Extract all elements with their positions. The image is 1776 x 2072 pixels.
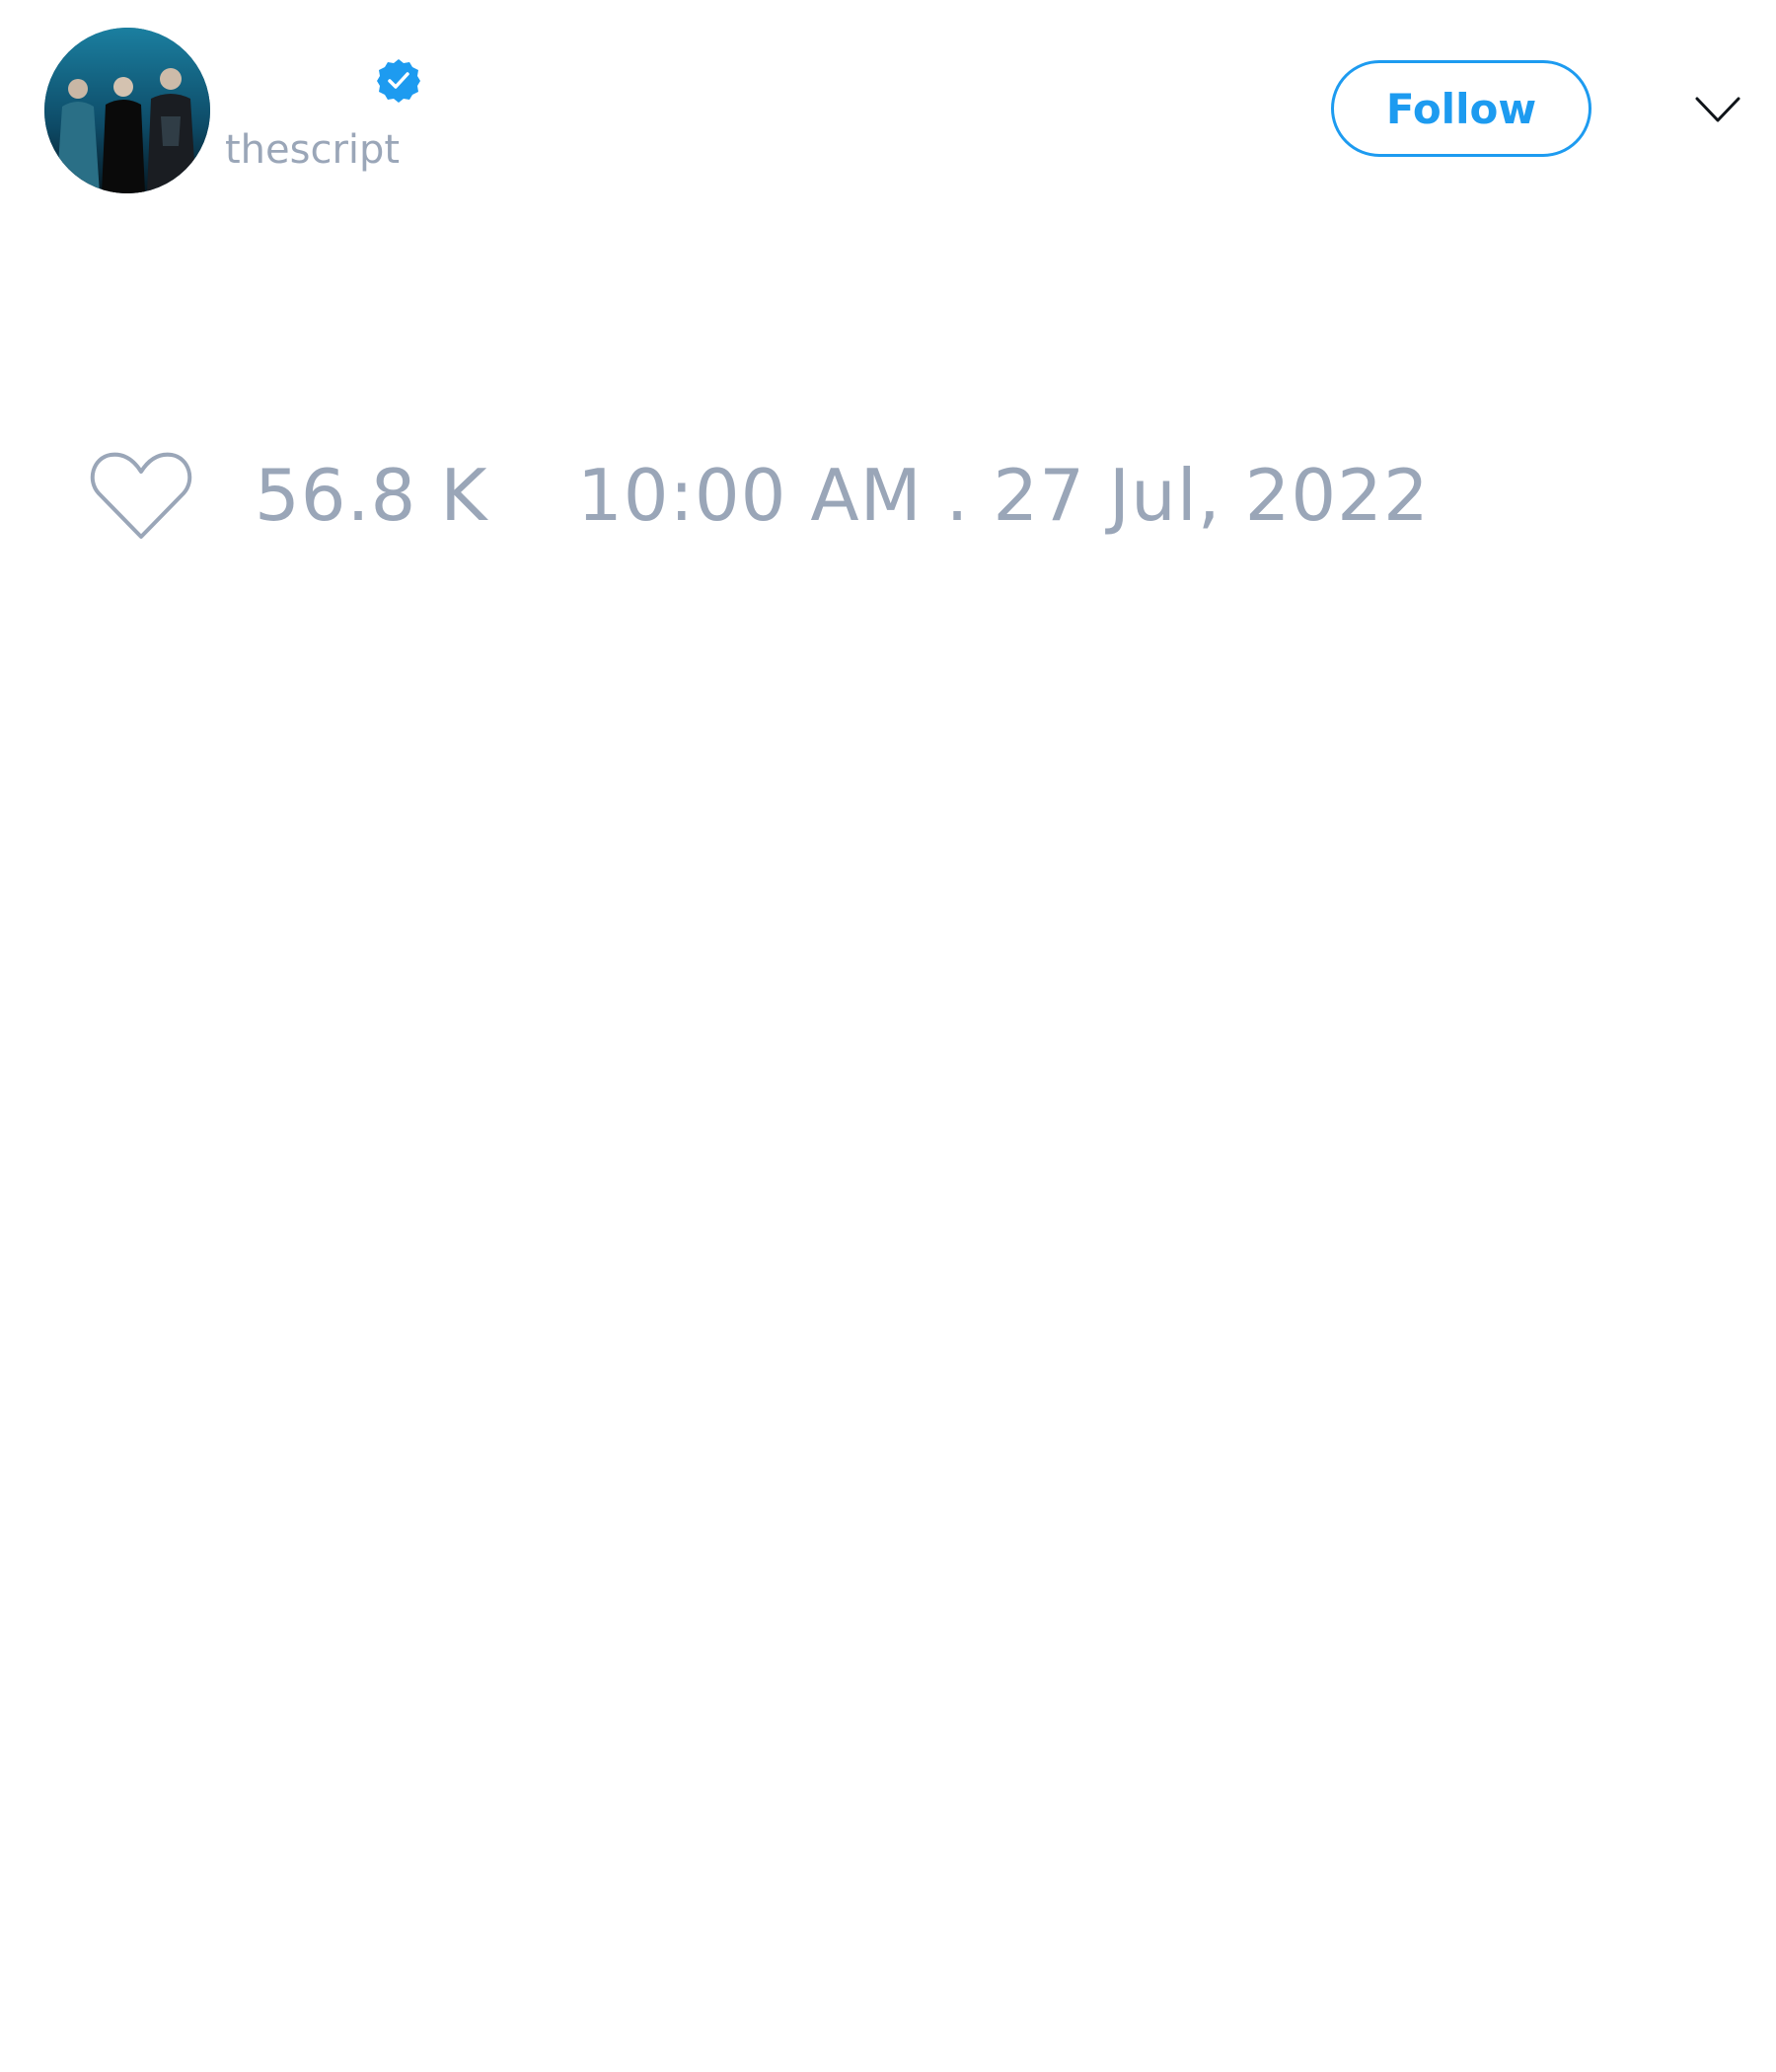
heart-icon[interactable] — [89, 448, 193, 543]
user-handle[interactable]: thescript — [225, 126, 400, 174]
verified-badge-icon — [377, 59, 420, 103]
chevron-down-icon[interactable] — [1695, 91, 1740, 130]
display-name[interactable] — [225, 57, 373, 97]
tweet-actions — [89, 446, 193, 545]
tweet-timestamp[interactable]: 10:00 AM . 27 Jul, 2022 — [577, 456, 1430, 535]
avatar[interactable] — [44, 28, 210, 193]
follow-button[interactable]: Follow — [1331, 60, 1591, 157]
like-count: 56.8 K — [255, 454, 488, 537]
band-photo — [44, 28, 210, 193]
